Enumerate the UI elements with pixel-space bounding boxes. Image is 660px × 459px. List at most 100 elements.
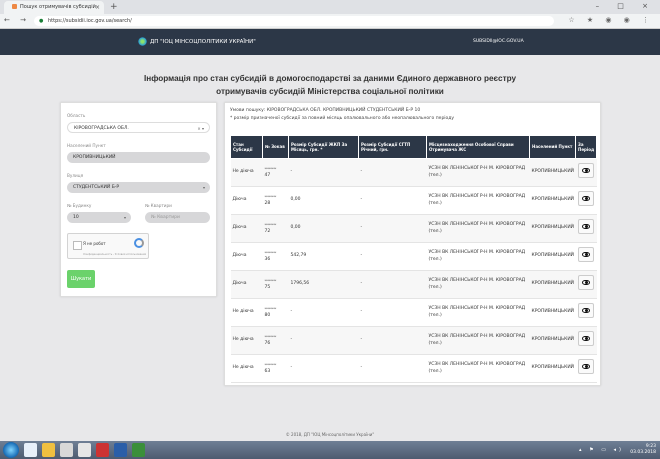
number-suffix: 36	[264, 256, 271, 262]
word-icon[interactable]	[114, 443, 127, 457]
site-header: ДП "ІОЦ МІНСОЦПОЛІТИКИ УКРАЇНИ" SUBSIDII…	[0, 29, 660, 55]
city-cell: КРОПИВНИЦЬКИЙ	[529, 326, 576, 355]
jkp-amount-cell: -	[288, 326, 359, 355]
view-period-button[interactable]	[577, 303, 594, 319]
logo-text: ДП "ІОЦ МІНСОЦПОЛІТИКИ УКРАЇНИ"	[150, 39, 256, 45]
number-cell: ******** 63	[262, 354, 289, 383]
jkp-amount-cell: 0,00	[288, 186, 359, 215]
city-label: Населений Пункт	[67, 143, 106, 148]
street-value: СТУДЕНТСЬКИЙ Б-Р	[73, 185, 120, 190]
eye-pupil	[584, 224, 588, 228]
number-suffix: 72	[264, 228, 271, 234]
page-title: Інформація про стан субсидій в домогоспо…	[143, 74, 517, 96]
os-taskbar: ▴ ⚑ ▭ ◂) 9:23 03.03.2018	[0, 441, 660, 459]
url-text: https://subsidii.ioc.gov.ua/search/	[48, 18, 132, 24]
paint-icon[interactable]	[132, 443, 145, 457]
region-select[interactable]: КІРОВОГРАДСЬКА ОБЛ. × ▾	[67, 122, 210, 133]
search-button[interactable]: Шукати	[67, 270, 95, 288]
jkp-amount-cell: 1796,56	[288, 270, 359, 299]
eye-pupil	[584, 280, 588, 284]
recaptcha-terms[interactable]: Конфиденциальность - Условия использован…	[83, 253, 146, 256]
table-header-row: Стан Субсидії № Зокав Розмір Субсидії ЖК…	[230, 135, 597, 159]
number-cell: ******** 72	[262, 214, 289, 243]
folder-icon[interactable]	[78, 443, 91, 457]
ie-icon[interactable]	[24, 443, 37, 457]
chevron-down-icon: ▾	[202, 185, 205, 190]
city-cell: КРОПИВНИЦЬКИЙ	[529, 158, 576, 187]
col-header: Розмір Субсидії ЖКП За Місяць, грн. *	[288, 135, 359, 159]
table-row: Не діюча ******** 47- - УСЗН ВК ЛЕНІНСЬКОЇ Р…	[230, 158, 597, 187]
view-period-button[interactable]	[577, 247, 594, 263]
col-header: Населений Пункт	[529, 135, 576, 159]
jkp-amount-cell: 0,00	[288, 214, 359, 243]
view-period-button[interactable]	[577, 331, 594, 347]
city-cell: КРОПИВНИЦЬКИЙ	[529, 242, 576, 271]
eye-pupil	[584, 196, 588, 200]
opera-icon[interactable]	[96, 443, 109, 457]
clock-date: 03.03.2018	[630, 450, 656, 455]
explorer-icon[interactable]	[60, 443, 73, 457]
chrome-icon[interactable]	[42, 443, 55, 457]
tab-title: Пошук отримувачів субсидій	[20, 4, 96, 10]
period-cell	[575, 186, 597, 215]
location-cell: УСЗН ВК ЛЕНІНСЬКОЇ Р-Н М. КІРОВОГРАД (те…	[426, 326, 530, 355]
extension-icons[interactable]: ☆ ★ ◉ ◉ ⋮	[568, 16, 654, 24]
subsidy-note: * розмір призначеної субсидії за повний …	[230, 115, 455, 121]
number-cell: ******** 75	[262, 270, 289, 299]
city-cell: КРОПИВНИЦЬКИЙ	[529, 214, 576, 243]
lock-icon: ●	[39, 18, 44, 24]
tab-close-icon[interactable]: ×	[95, 1, 100, 14]
recaptcha-logo-icon	[134, 238, 144, 248]
city-cell: КРОПИВНИЦЬКИЙ	[529, 298, 576, 327]
view-period-button[interactable]	[577, 163, 594, 179]
location-cell: УСЗН ВК ЛЕНІНСЬКОЇ Р-Н М. КІРОВОГРАД (те…	[426, 242, 530, 271]
view-period-button[interactable]	[577, 219, 594, 235]
recaptcha-checkbox[interactable]	[73, 241, 82, 250]
sgtp-amount-cell: -	[358, 326, 427, 355]
site-favicon-icon	[12, 4, 17, 9]
search-form: Область КІРОВОГРАДСЬКА ОБЛ. × ▾ Населени…	[60, 102, 217, 297]
jkp-amount-cell: 542,79	[288, 242, 359, 271]
system-tray-icons[interactable]: ▴ ⚑ ▭ ◂)	[579, 447, 624, 453]
search-conditions: Умови пошуку: КІРОВОГРАДСЬКА ОБЛ. КРОПИВ…	[230, 107, 454, 122]
period-cell	[575, 326, 597, 355]
view-period-button[interactable]	[577, 275, 594, 291]
number-suffix: 63	[264, 368, 271, 374]
sgtp-amount-cell: -	[358, 298, 427, 327]
chevron-down-icon: ▾	[123, 215, 126, 220]
sgtp-amount-cell: -	[358, 354, 427, 383]
logo-emblem-icon	[138, 37, 147, 46]
table-row: Не діюча ******** 80- - УСЗН ВК ЛЕНІНСЬКОЇ Р…	[230, 298, 597, 327]
status-cell: Діюча	[230, 214, 263, 243]
number-suffix: 80	[264, 312, 271, 318]
number-suffix: 75	[264, 284, 271, 290]
site-logo[interactable]: ДП "ІОЦ МІНСОЦПОЛІТИКИ УКРАЇНИ"	[138, 37, 256, 47]
period-cell	[575, 270, 597, 299]
city-select[interactable]: КРОПИВНИЦЬКИЙ	[67, 152, 210, 163]
house-value: 10	[73, 215, 79, 220]
clock[interactable]: 9:23 03.03.2018	[630, 444, 656, 456]
street-select[interactable]: СТУДЕНТСЬКИЙ Б-Р ▾	[67, 182, 210, 193]
col-header: За Період	[575, 135, 597, 159]
apartment-label: № Квартири	[145, 203, 172, 208]
sgtp-amount-cell: -	[358, 158, 427, 187]
apartment-input[interactable]: № Квартири	[145, 212, 210, 223]
number-suffix: 28	[264, 200, 271, 206]
start-button[interactable]	[3, 442, 19, 458]
number-suffix: 76	[264, 340, 271, 346]
house-select[interactable]: 10 ▾	[67, 212, 131, 223]
street-label: Вулиця	[67, 173, 84, 178]
window-controls[interactable]: – □ ×	[596, 0, 656, 13]
view-period-button[interactable]	[577, 359, 594, 375]
url-input[interactable]: ● https://subsidii.ioc.gov.ua/search/	[34, 16, 554, 26]
view-period-button[interactable]	[577, 191, 594, 207]
header-email-link[interactable]: SUBSIDII@IOC.GOV.UA	[473, 37, 524, 47]
number-cell: ******** 80	[262, 298, 289, 327]
new-tab-button[interactable]: +	[110, 1, 118, 13]
browser-tab[interactable]: Пошук отримувачів субсидій ×	[4, 1, 104, 14]
page-footer: © 2018, ДП "ІОЦ Мінсоцполітики України"	[285, 432, 375, 437]
jkp-amount-cell: -	[288, 354, 359, 383]
query-line: Умови пошуку: КІРОВОГРАДСЬКА ОБЛ. КРОПИВ…	[230, 108, 421, 113]
select-clear-caret-icon[interactable]: × ▾	[197, 123, 204, 134]
city-cell: КРОПИВНИЦЬКИЙ	[529, 354, 576, 383]
